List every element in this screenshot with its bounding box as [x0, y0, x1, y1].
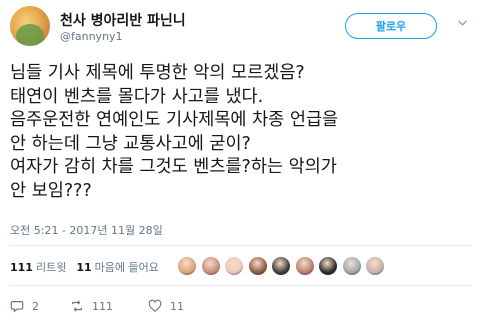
retweet-icon	[72, 300, 82, 312]
retweets-count: 111	[10, 260, 33, 274]
retweet-button[interactable]: 111	[70, 295, 113, 317]
likes-label: 마음에 들어요	[94, 261, 159, 274]
retweet-count: 111	[92, 299, 113, 313]
like-button[interactable]: 11	[148, 295, 184, 317]
tweet-stats: 111 리트윗 11 마음에 들어요	[10, 256, 169, 278]
tweet-line: 안 하는데 그냥 교통사고에 굳이?	[10, 133, 251, 154]
reply-icon	[10, 301, 24, 313]
liker-avatar[interactable]	[247, 256, 268, 276]
divider	[10, 285, 472, 286]
reply-count: 2	[32, 299, 39, 313]
liker-avatar[interactable]	[318, 256, 338, 276]
liker-avatar[interactable]	[341, 256, 362, 276]
chevron-down-icon[interactable]	[455, 15, 469, 29]
retweets-label: 리트윗	[35, 261, 67, 274]
author-display-name[interactable]: 천사 병아리반 파닌니	[60, 10, 186, 30]
tweet-timestamp[interactable]: 오전 5:21 - 2017년 11월 28일	[10, 222, 163, 238]
tweet-text: 님들 기사 제목에 투명한 악의 모르겠음? 태연이 벤츠를 몰다가 사고를 냈…	[10, 62, 476, 203]
liker-avatar[interactable]	[200, 256, 221, 276]
liker-avatar[interactable]	[294, 256, 315, 276]
tweet-line: 님들 기사 제목에 투명한 악의 모르겠음?	[10, 63, 305, 83]
author-handle[interactable]: @fannyny1	[60, 30, 123, 43]
tweet-actions: 2 111 11	[10, 295, 310, 317]
tweet-line: 음주운전한 연예인도 기사제목에 차종 언급을	[10, 110, 339, 130]
tweet-line: 태연이 벤츠를 몰다가 사고를 냈다.	[10, 86, 264, 107]
reply-button[interactable]: 2	[10, 295, 39, 317]
likes-stat[interactable]: 11 마음에 들어요	[76, 259, 159, 275]
tweet-line: 여자가 감히 차를 그것도 벤츠를?하는 악의가	[10, 157, 337, 177]
heart-icon	[148, 299, 162, 312]
retweets-stat[interactable]: 111 리트윗	[10, 259, 66, 275]
follow-button[interactable]: 팔로우	[345, 13, 437, 39]
liker-avatar[interactable]	[271, 256, 291, 276]
liker-avatar[interactable]	[365, 256, 385, 276]
tweet-header: 천사 병아리반 파닌니 @fannyny1 팔로우	[0, 0, 480, 50]
author-avatar[interactable]	[10, 6, 50, 46]
liker-avatar[interactable]	[224, 256, 244, 276]
likes-count: 11	[76, 260, 92, 274]
liker-avatars	[177, 256, 389, 276]
tweet-line: 안 보임???	[10, 180, 92, 201]
liker-avatar[interactable]	[177, 256, 197, 276]
like-count: 11	[170, 299, 184, 313]
divider	[10, 245, 472, 246]
